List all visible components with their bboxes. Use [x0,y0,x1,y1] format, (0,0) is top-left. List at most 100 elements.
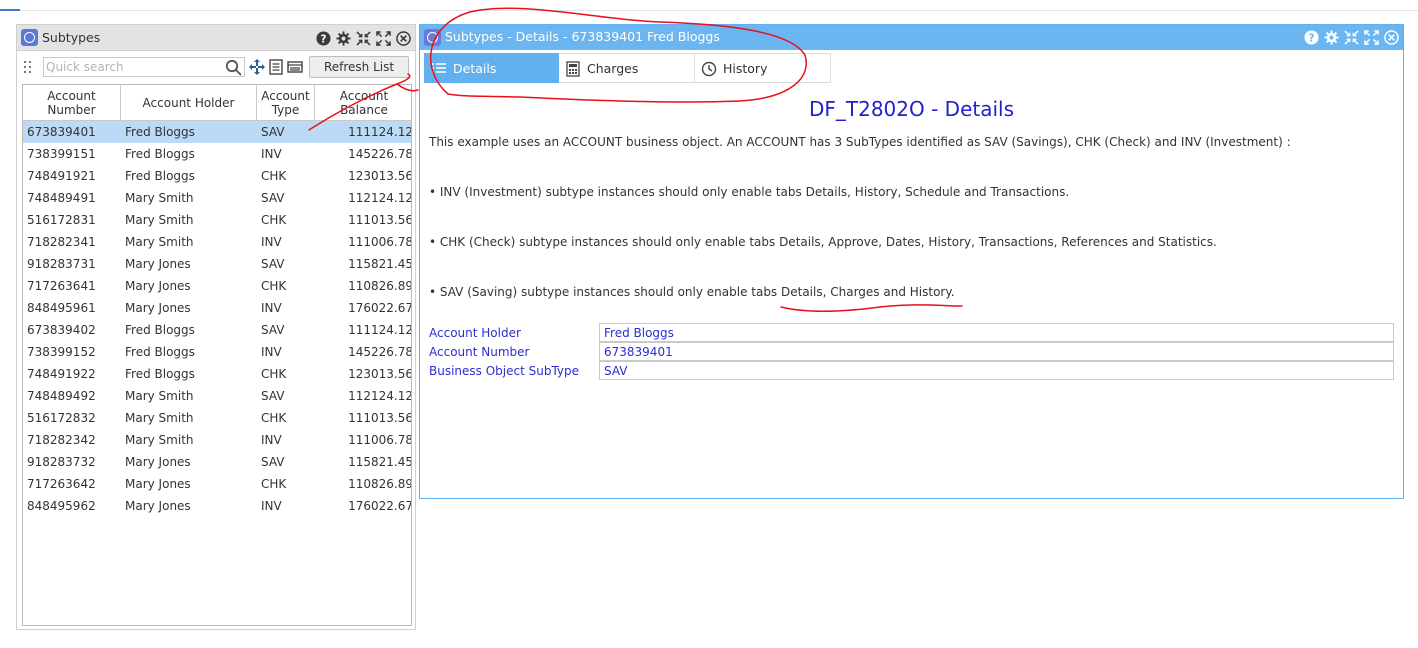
account-number-field[interactable]: 673839401 [599,342,1394,361]
settings-gear-icon[interactable] [335,30,351,46]
table-row[interactable]: 738399152 Fred Bloggs INV 145226.78 [23,341,412,363]
tab-details[interactable]: Details [424,53,559,83]
collapse-icon[interactable] [1343,29,1359,45]
cell-account-type: CHK [261,279,287,293]
details-panel: Subtypes - Details - 673839401 Fred Blog… [419,24,1404,499]
cell-account-holder: Mary Jones [125,477,191,491]
cell-account-holder: Mary Jones [125,499,191,513]
columns-icon[interactable] [287,59,303,78]
cell-account-type: CHK [261,213,287,227]
cell-account-number: 738399151 [27,147,96,161]
calculator-icon [565,61,581,80]
cell-account-holder: Fred Bloggs [125,345,195,359]
column-header-account-number[interactable]: Account Number [23,85,121,120]
table-row[interactable]: 748491921 Fred Bloggs CHK 123013.56 [23,165,412,187]
cell-account-number: 516172831 [27,213,96,227]
details-panel-header: Subtypes - Details - 673839401 Fred Blog… [420,25,1403,50]
table-row[interactable]: 918283732 Mary Jones SAV 115821.45 [23,451,411,473]
column-header-account-holder[interactable]: Account Holder [121,85,257,120]
settings-gear-icon[interactable] [1323,29,1339,45]
table-row[interactable]: 738399151 Fred Bloggs INV 145226.78 [23,143,411,165]
cell-account-number: 748491922 [27,367,96,381]
table-row[interactable]: 718282341 Mary Smith INV 111006.78 [23,231,412,253]
cell-account-number: 748491921 [27,169,96,183]
cell-account-number: 738399152 [27,345,96,359]
table-row[interactable]: 673839401 Fred Bloggs SAV 111124.12 [23,121,411,143]
cell-account-number: 918283732 [27,455,96,469]
cell-account-balance: 176022.67 [348,499,412,513]
account-holder-field[interactable]: Fred Bloggs [599,323,1394,342]
details-panel-title: Subtypes - Details - 673839401 Fred Blog… [445,29,720,44]
table-row[interactable]: 717263641 Mary Jones CHK 110826.89 [23,275,411,297]
cell-account-type: SAV [261,455,285,469]
cell-account-type: SAV [261,257,285,271]
cell-account-holder: Mary Smith [125,389,194,403]
tab-history[interactable]: History [695,53,831,83]
cell-account-balance: 112124.12 [348,389,412,403]
intro-paragraph: This example uses an ACCOUNT business ob… [429,135,1291,149]
table-row[interactable]: 848495962 Mary Jones INV 176022.67 [23,495,412,517]
move-arrows-icon[interactable] [249,59,265,78]
cell-account-holder: Fred Bloggs [125,367,195,381]
subtype-field[interactable]: SAV [599,361,1394,380]
table-row[interactable]: 516172832 Mary Smith CHK 111013.56 [23,407,412,429]
quick-search-box [43,57,245,77]
cell-account-balance: 111013.56 [348,411,412,425]
table-row[interactable]: 748491922 Fred Bloggs CHK 123013.56 [23,363,411,385]
cell-account-holder: Fred Bloggs [125,323,195,337]
refresh-list-button[interactable]: Refresh List [309,56,409,78]
help-icon[interactable]: ? [315,30,331,46]
table-row[interactable]: 848495961 Mary Jones INV 176022.67 [23,297,412,319]
cell-account-holder: Fred Bloggs [125,125,195,139]
tab-charges-label: Charges [587,61,639,76]
table-row[interactable]: 748489491 Mary Smith SAV 112124.12 [23,187,411,209]
table-row[interactable]: 918283731 Mary Jones SAV 115821.45 [23,253,411,275]
maximize-icon[interactable] [1363,29,1379,45]
close-icon[interactable] [395,30,411,46]
search-icon[interactable] [225,59,242,79]
maximize-icon[interactable] [375,30,391,46]
cell-account-type: SAV [261,389,285,403]
cell-account-type: INV [261,301,282,315]
table-row[interactable]: 717263642 Mary Jones CHK 110826.89 [23,473,411,495]
cell-account-holder: Mary Jones [125,455,191,469]
cell-account-balance: 145226.78 [348,345,412,359]
cell-account-holder: Mary Smith [125,191,194,205]
cell-account-number: 748489492 [27,389,96,403]
cell-account-holder: Mary Smith [125,411,194,425]
close-icon[interactable] [1383,29,1399,45]
cell-account-number: 673839402 [27,323,96,337]
cell-account-balance: 111013.56 [348,213,412,227]
cell-account-holder: Mary Smith [125,433,194,447]
cell-account-balance: 123013.56 [348,169,412,183]
grid-body: 673839401 Fred Bloggs SAV 111124.12 73839915… [23,121,412,517]
table-row[interactable]: 673839402 Fred Bloggs SAV 111124.12 [23,319,411,341]
collapse-icon[interactable] [355,30,371,46]
column-header-account-type[interactable]: Account Type [257,85,315,120]
cell-account-holder: Mary Jones [125,279,191,293]
cell-account-type: INV [261,235,282,249]
tab-charges[interactable]: Charges [559,53,695,83]
page-title: DF_T2802O - Details [420,97,1403,121]
inv-rule-paragraph: • INV (Investment) subtype instances sho… [429,185,1070,199]
subtypes-list-panel: Subtypes ? Quick search Refresh List Acc… [16,24,416,630]
cell-account-number: 516172832 [27,411,96,425]
cell-account-balance: 176022.67 [348,301,412,315]
cell-account-number: 717263641 [27,279,96,293]
app-icon [424,29,441,46]
details-tabs: Details Charges History [424,53,831,83]
cell-account-balance: 111006.78 [348,433,412,447]
quick-search-input[interactable] [46,59,222,75]
drag-handle-icon[interactable] [23,59,33,75]
table-row[interactable]: 516172831 Mary Smith CHK 111013.56 [23,209,412,231]
cell-account-balance: 111006.78 [348,235,412,249]
table-row[interactable]: 718282342 Mary Smith INV 111006.78 [23,429,412,451]
column-header-account-balance[interactable]: Account Balance [315,85,411,120]
table-row[interactable]: 748489492 Mary Smith SAV 112124.12 [23,385,412,407]
cell-account-type: SAV [261,125,285,139]
help-icon[interactable]: ? [1303,29,1319,45]
document-list-icon[interactable] [269,59,283,78]
cell-account-number: 918283731 [27,257,96,271]
subtype-label: Business Object SubType [429,364,580,378]
cell-account-holder: Mary Smith [125,235,194,249]
